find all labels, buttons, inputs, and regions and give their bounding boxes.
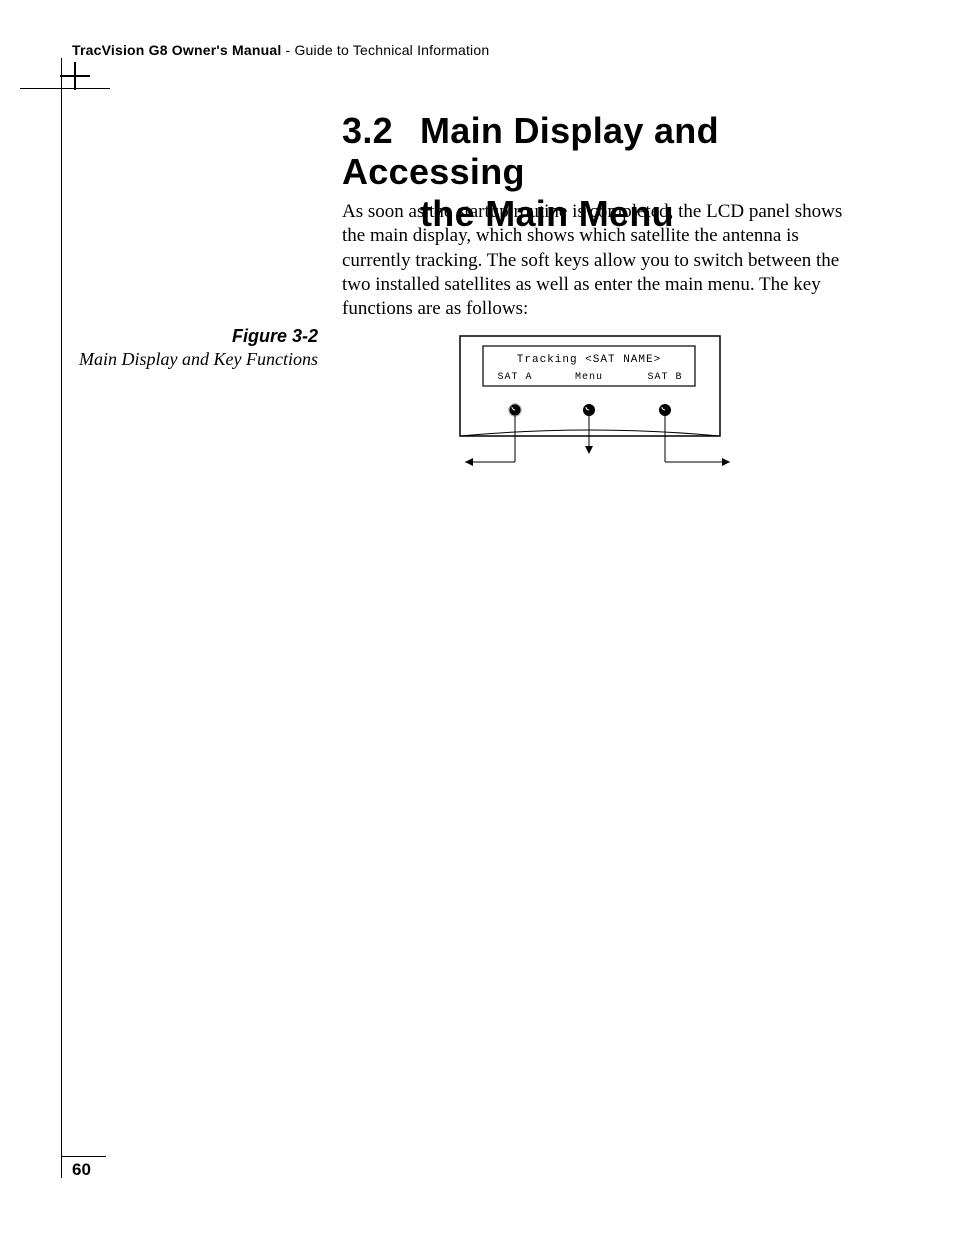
figure-diagram: Tracking <SAT NAME> SAT A Menu SAT B — [455, 332, 745, 482]
figure-caption: Figure 3-2 Main Display and Key Function… — [70, 326, 318, 370]
document-page: TracVision G8 Owner's Manual - Guide to … — [0, 0, 954, 1235]
lcd-panel-diagram-svg: Tracking <SAT NAME> SAT A Menu SAT B — [455, 332, 745, 482]
page-number: 60 — [72, 1160, 91, 1180]
header-subtitle: Guide to Technical Information — [294, 42, 489, 58]
manual-title: TracVision G8 Owner's Manual — [72, 42, 281, 58]
footer-rule — [61, 1156, 106, 1157]
figure-description: Main Display and Key Functions — [70, 349, 318, 370]
body-paragraph: As soon as the startup routine is comple… — [342, 200, 862, 322]
lcd-softkey-center-label: Menu — [575, 372, 603, 383]
running-header: TracVision G8 Owner's Manual - Guide to … — [72, 42, 489, 58]
page-margin-line-vertical — [61, 58, 62, 1178]
header-separator: - — [281, 42, 294, 58]
section-number: 3.2 — [342, 110, 420, 151]
lcd-softkey-right-label: SAT B — [647, 372, 682, 383]
lcd-line1-text: Tracking <SAT NAME> — [517, 354, 661, 366]
figure-label: Figure 3-2 — [70, 326, 318, 347]
registration-mark-vertical — [74, 62, 76, 90]
page-margin-line-horizontal — [20, 88, 110, 89]
lcd-softkey-left-label: SAT A — [497, 372, 532, 383]
